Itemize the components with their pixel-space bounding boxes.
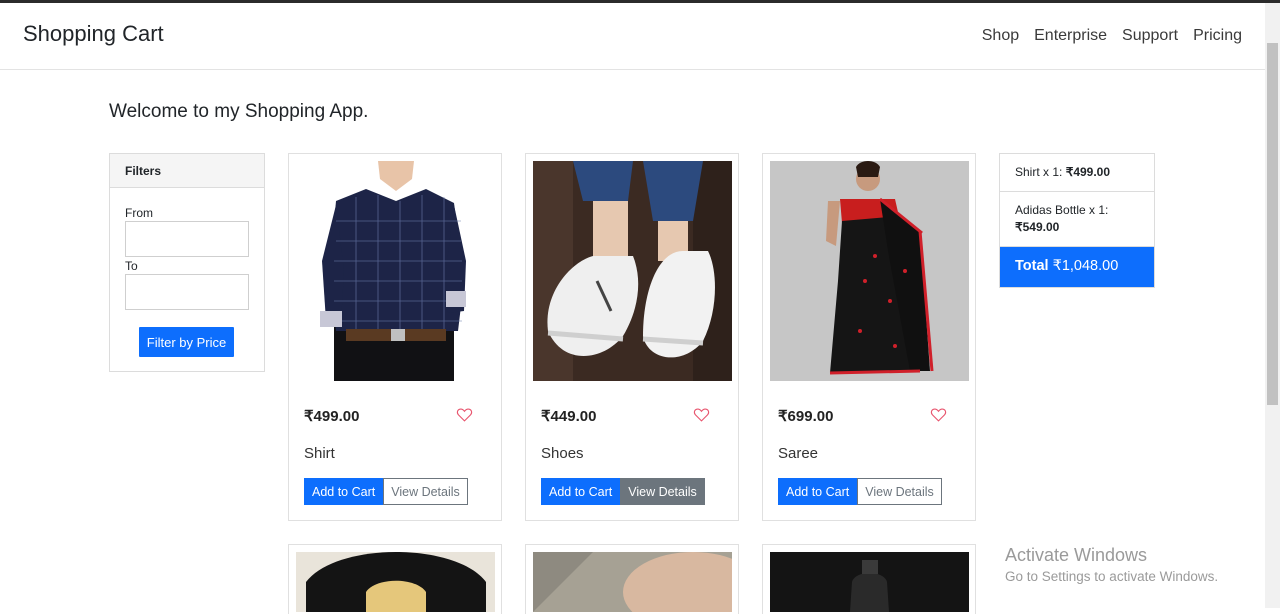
product-image-blurred[interactable] [533,552,732,612]
product-card-partial [288,544,502,614]
activate-windows-subtitle: Go to Settings to activate Windows. [1005,569,1219,584]
product-image-hat[interactable] [296,552,495,612]
to-label: To [125,259,138,273]
product-card-shirt: ₹499.00 Shirt Add to Cart View Details [288,153,502,521]
product-image-bottle[interactable] [770,552,969,612]
add-to-cart-button[interactable]: Add to Cart [778,478,858,505]
from-input[interactable] [125,221,249,257]
to-input[interactable] [125,274,249,310]
cart-total: Total ₹1,048.00 [1000,247,1154,287]
filters-panel: Filters From To Filter by Price [109,153,265,372]
activate-windows-title: Activate Windows [1005,545,1148,565]
brand-title[interactable]: Shopping Cart [23,21,164,47]
product-card-shoes: ₹449.00 Shoes Add to Cart View Details [525,153,739,521]
product-name: Saree [778,445,819,462]
product-actions: Add to Cart View Details [304,478,468,505]
cart-item-label: Shirt x 1: [1015,165,1066,179]
nav-support[interactable]: Support [1122,27,1178,45]
heart-icon[interactable] [930,406,947,423]
cart-item-label: Adidas Bottle x 1: [1015,203,1109,217]
product-actions: Add to Cart View Details [541,478,705,505]
product-image-saree[interactable] [770,161,969,381]
cart-total-label: Total [1015,258,1049,274]
cart-total-value: ₹1,048.00 [1052,258,1119,274]
from-label: From [125,206,153,220]
product-price: ₹449.00 [541,408,597,425]
cart-item-amount: ₹549.00 [1015,220,1060,234]
navbar: Shopping Cart Shop Enterprise Support Pr… [0,3,1265,70]
product-price: ₹499.00 [304,408,360,425]
product-card-partial [762,544,976,614]
activate-windows-watermark: Activate Windows Go to Settings to activ… [1005,545,1218,584]
cart-item-amount: ₹499.00 [1065,165,1111,179]
cart-item: Shirt x 1: ₹499.00 [1000,154,1154,192]
view-details-button[interactable]: View Details [620,478,705,505]
heart-icon[interactable] [693,406,710,423]
nav-enterprise[interactable]: Enterprise [1034,27,1107,45]
product-actions: Add to Cart View Details [778,478,942,505]
cart-item: Adidas Bottle x 1: ₹549.00 [1000,192,1154,247]
view-details-button[interactable]: View Details [383,478,468,505]
view-details-button[interactable]: View Details [857,478,942,505]
product-card-saree: ₹699.00 Saree Add to Cart View Details [762,153,976,521]
filter-by-price-button[interactable]: Filter by Price [139,327,234,357]
scrollbar-thumb[interactable] [1267,43,1278,405]
cart-summary: Shirt x 1: ₹499.00 Adidas Bottle x 1: ₹5… [999,153,1155,288]
product-price: ₹699.00 [778,408,834,425]
nav-shop[interactable]: Shop [982,27,1019,45]
product-card-partial [525,544,739,614]
filters-title: Filters [110,154,264,188]
product-image-shirt[interactable] [296,161,495,381]
add-to-cart-button[interactable]: Add to Cart [304,478,384,505]
heart-icon[interactable] [456,406,473,423]
product-name: Shirt [304,445,335,462]
product-image-shoes[interactable] [533,161,732,381]
nav-links: Shop Enterprise Support Pricing [982,27,1242,45]
page-scrollbar[interactable] [1265,3,1280,608]
nav-pricing[interactable]: Pricing [1193,27,1242,45]
add-to-cart-button[interactable]: Add to Cart [541,478,621,505]
product-name: Shoes [541,445,584,462]
welcome-heading: Welcome to my Shopping App. [109,101,369,122]
